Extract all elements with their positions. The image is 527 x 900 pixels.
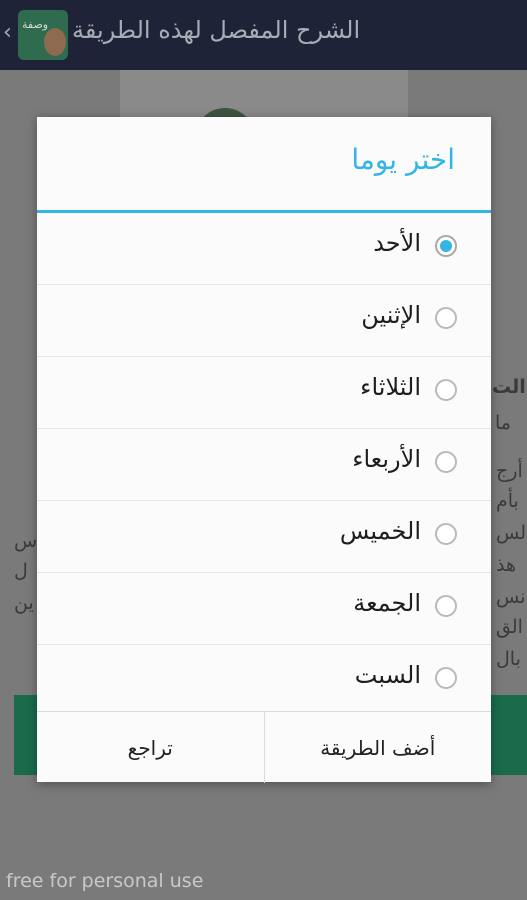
day-option-thursday[interactable]: الخميس	[37, 501, 491, 573]
day-option-sunday[interactable]: الأحد	[37, 213, 491, 285]
day-picker-dialog: اختر يوما الأحد الإثنين الثلاثاء الأربعا…	[37, 117, 491, 783]
option-label: الأربعاء	[352, 445, 421, 473]
radio-unchecked-icon[interactable]	[435, 451, 457, 473]
option-label: السبت	[354, 661, 421, 689]
background-text: أرج	[496, 460, 523, 482]
add-method-button[interactable]: أضف الطريقة	[265, 712, 492, 783]
background-text: هذ	[496, 554, 516, 576]
background-text: ما	[495, 412, 511, 434]
day-option-wednesday[interactable]: الأربعاء	[37, 429, 491, 501]
day-option-saturday[interactable]: السبت	[37, 645, 491, 716]
dialog-actions: تراجع أضف الطريقة	[37, 711, 491, 783]
option-label: الأحد	[373, 229, 421, 257]
background-text: بأم	[496, 490, 519, 512]
background-text: ل	[14, 560, 28, 582]
day-options-list: الأحد الإثنين الثلاثاء الأربعاء الخميس ا…	[37, 213, 491, 716]
day-option-friday[interactable]: الجمعة	[37, 573, 491, 645]
app-logo-text: وصفة	[22, 18, 49, 31]
radio-unchecked-icon[interactable]	[435, 307, 457, 329]
day-option-tuesday[interactable]: الثلاثاء	[37, 357, 491, 429]
app-bar: ‹ وصفة الشرح المفصل لهذه الطريقة	[0, 0, 527, 70]
background-text: الق	[496, 616, 523, 638]
dialog-title: اختر يوما	[351, 143, 455, 176]
option-label: الجمعة	[353, 589, 421, 617]
background-button	[490, 695, 527, 775]
option-label: الخميس	[339, 517, 421, 545]
background-text: الس	[496, 522, 527, 544]
background-text: الت	[492, 376, 526, 398]
background-text: بال	[496, 648, 521, 670]
radio-unchecked-icon[interactable]	[435, 667, 457, 689]
radio-unchecked-icon[interactable]	[435, 595, 457, 617]
background-text: ين	[14, 592, 34, 614]
radio-checked-icon[interactable]	[435, 235, 457, 257]
background-text: س	[14, 530, 38, 552]
option-label: الثلاثاء	[360, 373, 421, 401]
watermark: free for personal use	[6, 870, 204, 892]
radio-unchecked-icon[interactable]	[435, 523, 457, 545]
app-title: الشرح المفصل لهذه الطريقة	[72, 16, 361, 44]
background-button	[14, 695, 38, 775]
chevron-left-icon[interactable]: ‹	[3, 20, 12, 45]
radio-unchecked-icon[interactable]	[435, 379, 457, 401]
background-text: نس	[496, 586, 526, 608]
back-button[interactable]: تراجع	[37, 712, 265, 783]
app-logo-icon: وصفة	[18, 10, 68, 60]
day-option-monday[interactable]: الإثنين	[37, 285, 491, 357]
option-label: الإثنين	[361, 301, 421, 329]
